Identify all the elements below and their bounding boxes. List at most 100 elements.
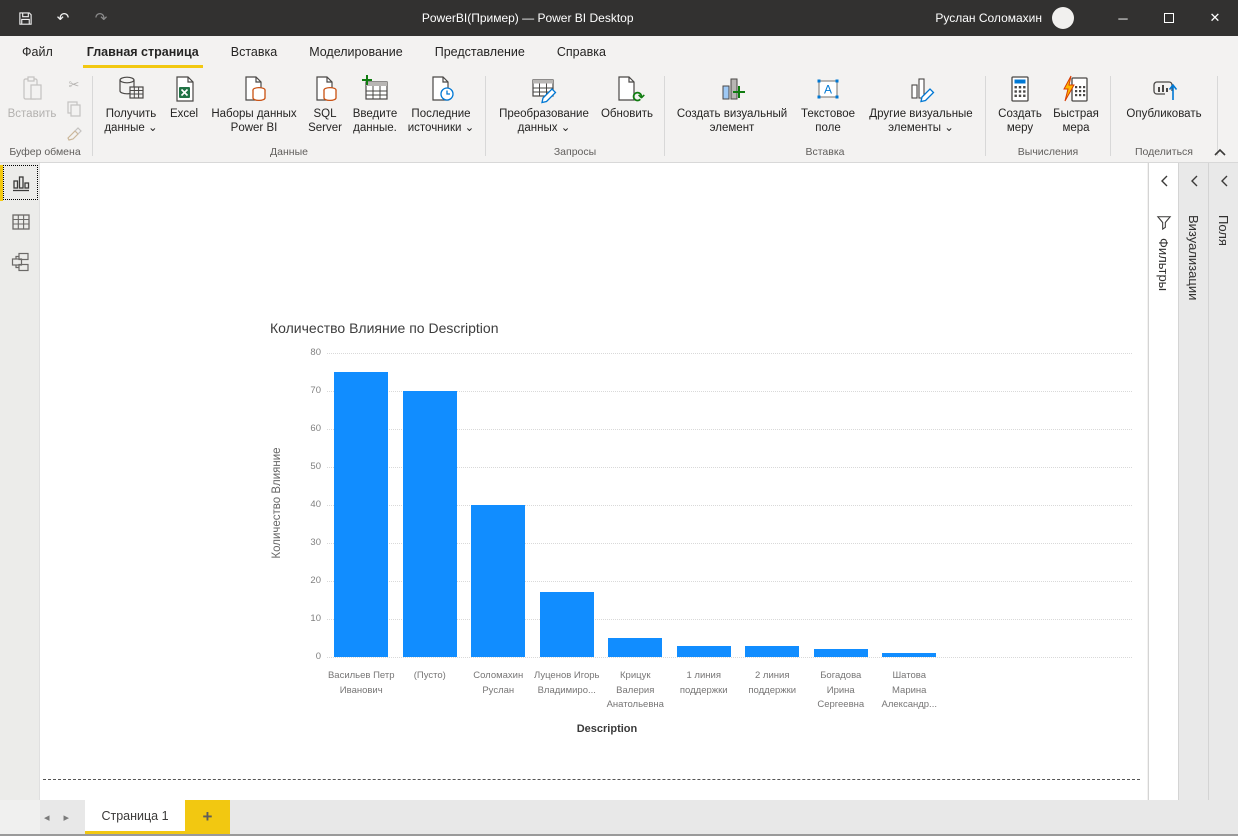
save-icon[interactable] xyxy=(16,9,34,27)
ribbon-separator xyxy=(985,76,986,156)
svg-text:A: A xyxy=(824,83,832,97)
model-view-button[interactable] xyxy=(4,245,37,278)
fields-panel-label[interactable]: Поля xyxy=(1216,215,1231,246)
ribbon-separator xyxy=(92,76,93,156)
new-measure-button[interactable]: Создать меру xyxy=(992,72,1048,138)
menu-tabs: Файл Главная страница Вставка Моделирова… xyxy=(0,36,1238,68)
tab-insert[interactable]: Вставка xyxy=(227,36,281,68)
quick-measure-button[interactable]: Быстрая мера xyxy=(1048,72,1104,138)
filters-panel-label[interactable]: Фильтры xyxy=(1156,238,1171,291)
recent-sources-label: Последние источники ⌄ xyxy=(407,108,475,135)
selected-view-indicator xyxy=(0,165,3,201)
data-view-button[interactable] xyxy=(4,205,37,238)
x-category-label: (Пусто) xyxy=(413,670,446,681)
publish-label: Опубликовать xyxy=(1126,108,1202,120)
minimize-button[interactable]: ─ xyxy=(1100,0,1146,36)
get-data-button[interactable]: Получить данные ⌄ xyxy=(99,72,163,138)
tab-help[interactable]: Справка xyxy=(553,36,610,68)
paste-button[interactable]: Вставить xyxy=(4,72,60,123)
x-category-label: Богадова Ирина Сергеевна xyxy=(817,670,865,711)
tab-home[interactable]: Главная страница xyxy=(82,36,203,68)
fields-panel-collapsed[interactable]: Поля xyxy=(1208,163,1238,800)
chart-pencil-icon xyxy=(906,74,936,104)
report-canvas[interactable]: Количество Влияние по Description Количе… xyxy=(40,163,1147,800)
group-label-share: Поделиться xyxy=(1135,146,1193,158)
report-view-button[interactable] xyxy=(3,165,38,200)
user-name[interactable]: Руслан Соломахин xyxy=(935,11,1042,25)
model-view-icon xyxy=(11,252,29,271)
x-category-label: Васильев Петр Иванович xyxy=(327,670,395,696)
powerbi-desktop-window: ↶ ↷ PowerBI(Пример) — Power BI Desktop Р… xyxy=(0,0,1238,836)
format-painter-icon[interactable] xyxy=(64,124,84,142)
ribbon-group-clipboard: Вставить ✂ Буфер обмена xyxy=(0,72,90,162)
filters-panel-collapsed[interactable]: Фильтры xyxy=(1148,163,1178,800)
add-page-tab[interactable]: + xyxy=(185,800,230,834)
bar[interactable] xyxy=(676,645,731,657)
bar[interactable] xyxy=(334,372,389,657)
text-box-button[interactable]: A Текстовое поле xyxy=(793,72,863,138)
bar[interactable] xyxy=(402,391,457,657)
new-visual-button[interactable]: Создать визуальный элемент xyxy=(671,72,793,138)
new-measure-label: Создать меру xyxy=(998,108,1042,135)
ribbon-group-calculations: Создать меру Быстрая мера Вычисления xyxy=(988,72,1108,162)
quick-measure-label: Быстрая мера xyxy=(1053,108,1099,135)
y-tick-label: 0 xyxy=(315,651,321,662)
calculator-icon xyxy=(1005,74,1035,104)
more-visuals-button[interactable]: Другие визуальные элементы ⌄ xyxy=(863,72,979,138)
copy-icon[interactable] xyxy=(64,100,84,118)
bar[interactable] xyxy=(539,592,594,657)
transform-data-button[interactable]: Преобразование данных ⌄ xyxy=(492,72,596,138)
bar[interactable] xyxy=(471,505,526,657)
ribbon-separator xyxy=(664,76,665,156)
x-category-label: Луценов Игорь Владимиро... xyxy=(533,670,600,696)
gridline xyxy=(327,353,1132,354)
tab-modeling[interactable]: Моделирование xyxy=(305,36,407,68)
group-label-data: Данные xyxy=(270,146,308,158)
next-page-arrow[interactable]: ▸ xyxy=(64,811,70,824)
visualizations-panel-collapsed[interactable]: Визуализации xyxy=(1178,163,1208,800)
bar[interactable] xyxy=(813,649,868,657)
page-cylinder-icon xyxy=(239,74,269,104)
x-category-label: 2 линия поддержки xyxy=(748,670,797,696)
expand-visualizations-chevron[interactable] xyxy=(1190,175,1198,187)
chart-x-axis-title: Description xyxy=(576,723,638,735)
transform-data-label: Преобразование данных ⌄ xyxy=(499,108,589,135)
redo-icon[interactable]: ↷ xyxy=(92,9,110,27)
expand-fields-chevron[interactable] xyxy=(1220,175,1228,187)
sql-server-button[interactable]: SQL Server xyxy=(303,72,347,138)
expand-filters-chevron[interactable] xyxy=(1160,175,1168,187)
bar[interactable] xyxy=(608,638,663,657)
recent-sources-button[interactable]: Последние источники ⌄ xyxy=(403,72,479,138)
avatar[interactable] xyxy=(1052,7,1074,29)
enter-data-button[interactable]: Введите данные. xyxy=(347,72,403,138)
text-box-icon: A xyxy=(813,74,843,104)
pbi-datasets-button[interactable]: Наборы данных Power BI xyxy=(205,72,303,138)
page-boundary-dashed-line xyxy=(43,779,1140,780)
publish-icon xyxy=(1149,74,1179,104)
undo-icon[interactable]: ↶ xyxy=(54,9,72,27)
ribbon-group-insert: Создать визуальный элемент A Текстовое п… xyxy=(667,72,983,162)
group-label-queries: Запросы xyxy=(553,146,597,158)
tab-view[interactable]: Представление xyxy=(431,36,529,68)
excel-icon xyxy=(169,74,199,104)
excel-label: Excel xyxy=(169,108,199,120)
previous-page-arrow[interactable]: ◂ xyxy=(44,811,50,824)
visualizations-panel-label[interactable]: Визуализации xyxy=(1186,215,1201,300)
tab-file[interactable]: Файл xyxy=(18,36,57,68)
database-icon xyxy=(116,74,146,104)
bar[interactable] xyxy=(745,645,800,657)
collapse-ribbon-chevron[interactable] xyxy=(1214,148,1226,156)
maximize-button[interactable] xyxy=(1146,0,1192,36)
report-view-icon xyxy=(12,175,29,191)
publish-button[interactable]: Опубликовать xyxy=(1117,72,1211,123)
bar[interactable] xyxy=(882,653,937,657)
close-button[interactable]: ✕ xyxy=(1192,0,1238,36)
clipboard-icon xyxy=(17,74,47,104)
excel-button[interactable]: Excel xyxy=(163,72,205,123)
refresh-button[interactable]: ⟳ Обновить xyxy=(596,72,658,123)
cut-icon[interactable]: ✂ xyxy=(64,76,84,94)
page-tab[interactable]: Страница 1 xyxy=(85,800,185,834)
sql-cylinder-icon xyxy=(310,74,340,104)
ribbon-group-queries: Преобразование данных ⌄ ⟳ Обновить Запро… xyxy=(488,72,662,162)
chart-plus-icon xyxy=(717,74,747,104)
